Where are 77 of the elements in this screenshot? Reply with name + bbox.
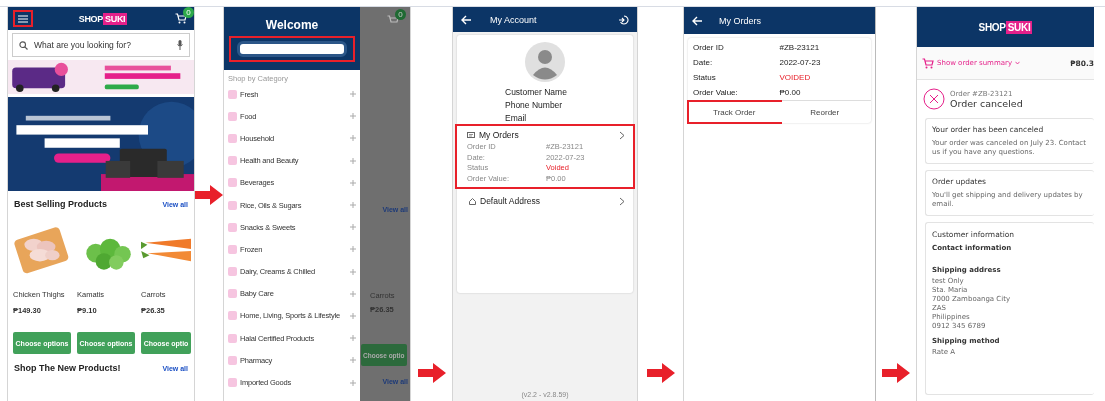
row-label: Date: <box>693 57 714 69</box>
arrow-icon <box>195 185 223 205</box>
plus-icon[interactable] <box>350 202 356 209</box>
row-value: #ZB-23121 <box>779 42 821 54</box>
menu-icon <box>18 14 28 23</box>
profile-text: Email <box>505 112 528 125</box>
profile-text: Customer Name <box>505 86 568 99</box>
avatar-icon <box>525 42 565 82</box>
logout-icon[interactable] <box>619 14 629 25</box>
cart-count-badge: 0 <box>183 7 194 18</box>
plus-icon[interactable] <box>350 357 356 364</box>
arrow-icon <box>646 363 675 383</box>
shop-logo: SHOP SUKI <box>78 12 128 25</box>
category-icon <box>228 200 237 210</box>
arrow-icon <box>882 363 910 383</box>
plus-icon[interactable] <box>350 312 356 319</box>
cart-icon[interactable] <box>175 13 187 24</box>
cart-count-badge: 0 <box>395 9 406 20</box>
section-title: Shop The New Products! <box>14 363 121 373</box>
default-address-item[interactable]: Default Address <box>457 188 633 206</box>
plus-icon[interactable] <box>350 335 356 342</box>
search-input[interactable]: What are you looking for? <box>34 40 171 50</box>
plus-icon[interactable] <box>350 113 356 120</box>
category-icon <box>228 378 237 388</box>
close-circle-icon <box>923 88 945 110</box>
chevron-icon <box>619 196 625 206</box>
row-label: Order ID <box>693 42 725 54</box>
section-title: Best Selling Products <box>14 199 108 209</box>
shop-logo: SHOP SUKI <box>978 20 1033 34</box>
home-icon <box>469 197 476 205</box>
row-label: Status <box>693 72 717 84</box>
cart-icon <box>922 57 934 69</box>
category-icon <box>228 244 237 254</box>
plus-icon[interactable] <box>350 246 356 253</box>
mic-icon[interactable] <box>177 40 183 50</box>
plus-icon[interactable] <box>350 379 356 386</box>
plus-icon[interactable] <box>350 268 356 275</box>
plus-icon[interactable] <box>350 157 356 164</box>
category-icon <box>228 178 237 188</box>
row-label: Order Value: <box>693 87 739 99</box>
row-value: 2022-07-23 <box>779 57 822 69</box>
row-value: ₱0.00 <box>779 87 802 99</box>
category-icon <box>228 267 237 277</box>
card-title: My Orders <box>479 130 520 140</box>
category-icon <box>228 156 237 166</box>
screen-title: My Orders <box>719 15 761 26</box>
back-arrow-icon[interactable] <box>692 15 703 26</box>
category-icon <box>228 133 237 143</box>
category-icon <box>228 333 237 343</box>
row-value: VOIDED <box>779 72 812 84</box>
category-icon <box>228 311 237 321</box>
screen-title: My Account <box>490 14 538 25</box>
plus-icon[interactable] <box>350 290 356 297</box>
search-field[interactable]: What are you looking for? <box>12 33 190 57</box>
chevron-icon <box>619 130 625 140</box>
name-field[interactable] <box>231 37 353 60</box>
arrow-icon <box>417 363 446 383</box>
category-icon <box>228 222 237 232</box>
plus-icon[interactable] <box>350 91 356 98</box>
category-icon <box>228 111 237 121</box>
chevron-down-icon[interactable] <box>1015 61 1021 65</box>
plus-icon[interactable] <box>350 179 356 186</box>
category-icon <box>228 355 237 365</box>
cart-icon <box>387 15 399 26</box>
plus-icon[interactable] <box>350 135 356 142</box>
order-status-title: Order canceled <box>950 97 1023 109</box>
profile-text: Phone Number <box>505 99 564 112</box>
track-order-button[interactable]: Track Order <box>689 102 780 122</box>
back-arrow-icon[interactable] <box>461 14 472 25</box>
welcome-title: Welcome <box>265 17 319 32</box>
list-icon <box>467 131 475 139</box>
search-icon <box>19 40 28 50</box>
menu-button[interactable] <box>15 12 31 25</box>
category-icon <box>228 289 237 299</box>
plus-icon[interactable] <box>350 224 356 231</box>
reorder-button[interactable]: Reorder <box>779 102 870 122</box>
category-icon <box>228 89 237 99</box>
